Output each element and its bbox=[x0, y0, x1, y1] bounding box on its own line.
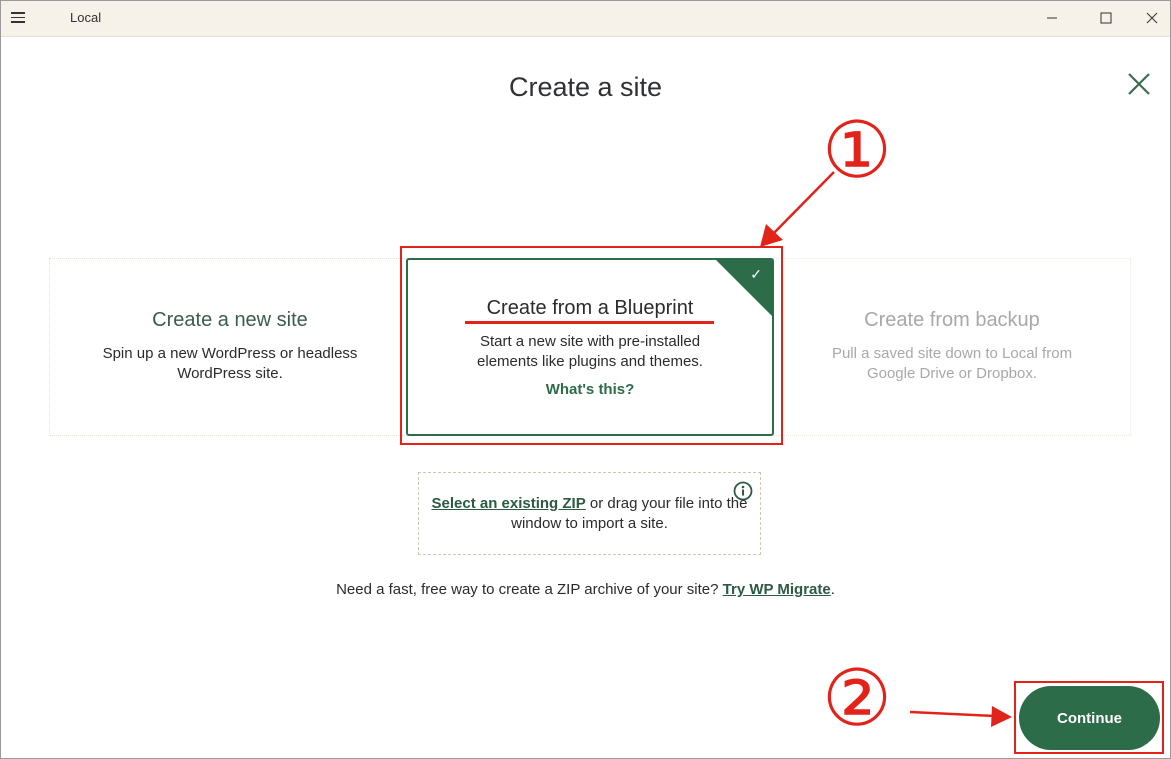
migrate-text: Need a fast, free way to create a ZIP ar… bbox=[336, 581, 723, 598]
try-wp-migrate-link[interactable]: Try WP Migrate bbox=[723, 581, 831, 598]
zip-drop-zone[interactable]: Select an existing ZIP or drag your file… bbox=[418, 472, 761, 555]
info-icon[interactable] bbox=[733, 481, 753, 501]
annotation-box-continue bbox=[1014, 681, 1164, 754]
migrate-suffix: . bbox=[830, 581, 835, 598]
select-zip-link[interactable]: Select an existing ZIP bbox=[432, 495, 586, 512]
migrate-note: Need a fast, free way to create a ZIP ar… bbox=[0, 581, 1171, 598]
annotation-arrows bbox=[760, 171, 1012, 727]
